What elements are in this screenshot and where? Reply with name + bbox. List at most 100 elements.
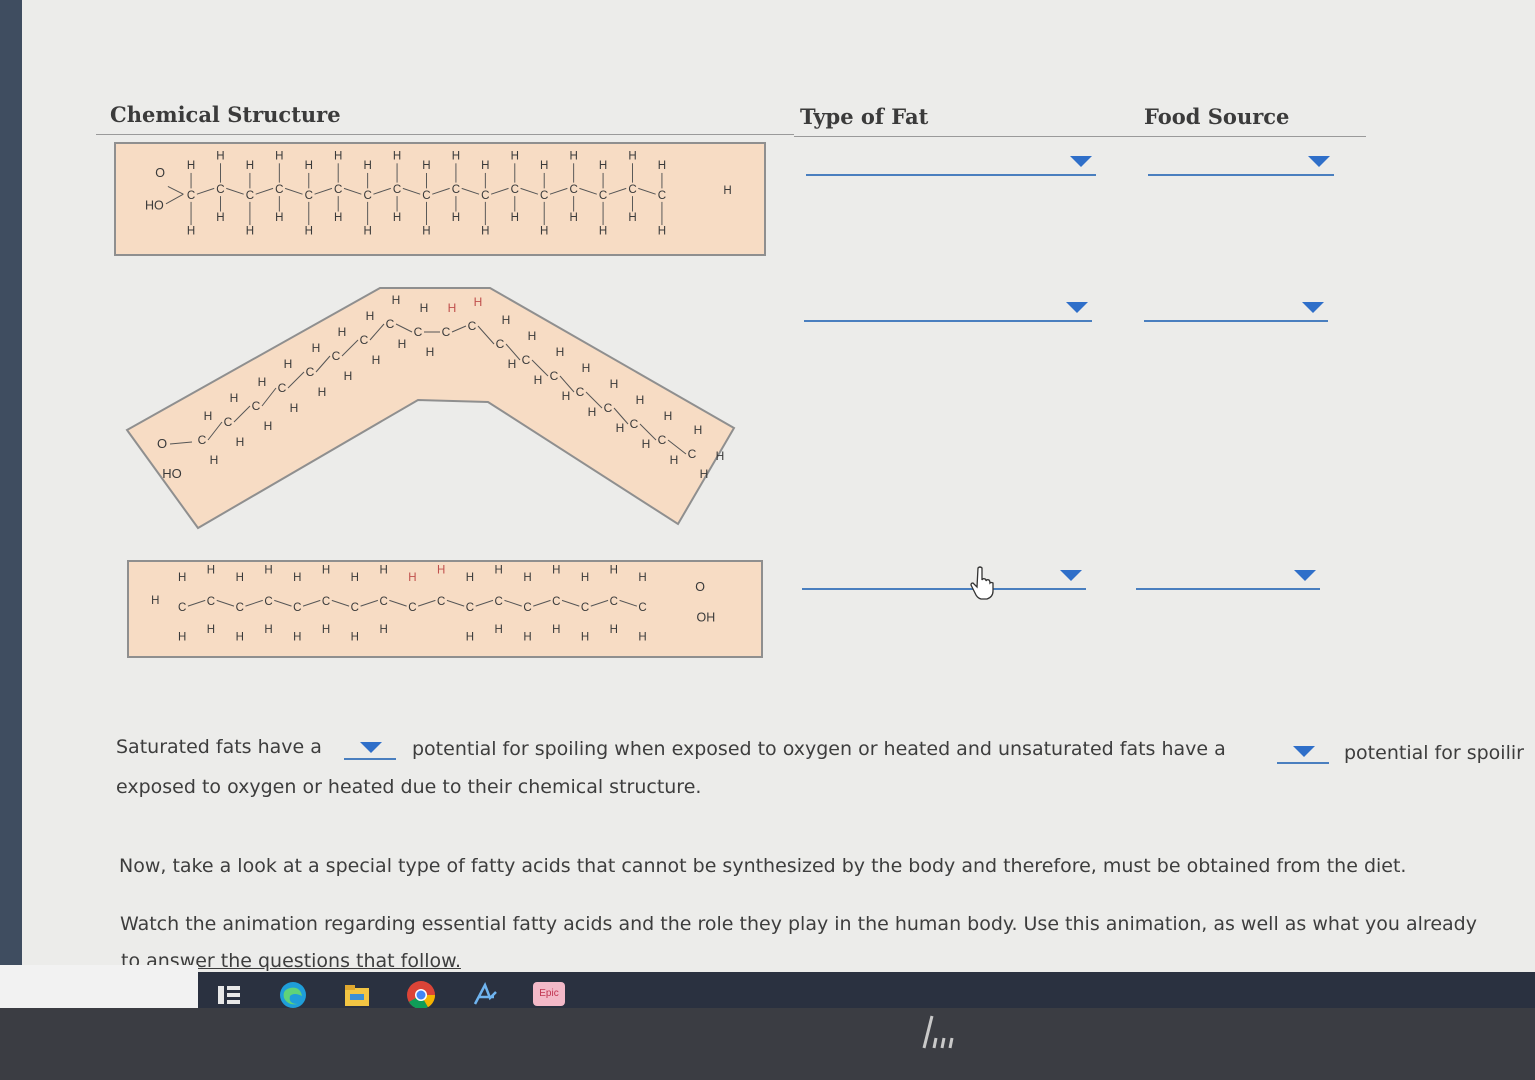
hydrogen-label: H: [610, 565, 618, 577]
hydroxyl-label: OH: [697, 610, 716, 624]
carbon-label: C: [293, 602, 301, 614]
hydrogen-label: H: [392, 293, 401, 307]
carbon-label: C: [334, 184, 342, 196]
hydrogen-label: H: [642, 437, 651, 451]
carbon-label: C: [246, 190, 254, 202]
bond-line: [619, 599, 637, 607]
carbon-label: C: [569, 184, 577, 196]
food-source-dropdown-3[interactable]: [1136, 564, 1320, 590]
monitor-bezel-bottom: [0, 1008, 1535, 1080]
carbon-label: C: [658, 190, 666, 202]
chevron-down-icon: [360, 742, 382, 753]
hydrogen-label: H: [204, 409, 213, 423]
carbon-label: C: [187, 190, 195, 202]
hydrogen-label: H: [236, 572, 244, 584]
sentence-part3: potential for spoilir: [1344, 742, 1524, 764]
carbon-label: C: [236, 602, 244, 614]
carbon-label: C: [414, 325, 423, 339]
bond-line: [520, 187, 539, 195]
hydrogen-label: H: [628, 212, 636, 224]
carbon-label: C: [386, 317, 395, 331]
hp-logo-icon: [922, 1015, 954, 1049]
carbon-label: C: [599, 190, 607, 202]
carbon-label: C: [264, 596, 272, 608]
edge-icon[interactable]: [278, 980, 308, 1010]
bond-line: [187, 599, 206, 607]
task-view-icon[interactable]: [214, 980, 244, 1010]
hydrogen-label: H: [616, 421, 625, 435]
hydrogen-label: H: [178, 632, 186, 644]
paragraph-animation-line1: Watch the animation regarding essential …: [120, 913, 1477, 935]
hydrogen-label: H: [422, 226, 430, 238]
hydrogen-label: H: [452, 150, 460, 162]
type-of-fat-dropdown-3[interactable]: [802, 564, 1086, 590]
bond-line: [167, 186, 184, 195]
hydrogen-label: H: [305, 160, 313, 172]
hydrogen-label: H: [408, 572, 416, 584]
bond-line: [343, 187, 362, 195]
hydrogen-label: H: [466, 632, 474, 644]
hydrogen-label: H: [293, 632, 301, 644]
molecule-trans-unsaturated-drawing: H C H H C H H C H H C H H C H H C H H C H H C H H C H C H C H H C H H C H H C H…: [151, 565, 716, 644]
hydrogen-label: H: [636, 393, 645, 407]
bond-line: [608, 187, 627, 195]
hydrogen-label: H: [363, 160, 371, 172]
sentence-part2: potential for spoiling when exposed to o…: [412, 738, 1226, 760]
hydrogen-label: H: [187, 226, 195, 238]
carbon-label: C: [523, 602, 531, 614]
hydrogen-label: H: [334, 150, 342, 162]
hydrogen-label: H: [481, 160, 489, 172]
hydrogen-label: H: [351, 572, 359, 584]
bond-line: [360, 599, 379, 607]
header-rule-left: [96, 134, 794, 135]
carbon-label: C: [306, 365, 315, 379]
unsaturated-spoil-dropdown[interactable]: [1277, 742, 1329, 764]
hydrogen-label: H: [178, 572, 186, 584]
carbon-label: C: [408, 602, 416, 614]
hydrogen-label: H: [379, 565, 387, 577]
saturated-spoil-dropdown[interactable]: [344, 738, 396, 760]
hydrogen-label: H: [628, 150, 636, 162]
carbon-label: C: [178, 602, 186, 614]
hydrogen-label: H: [502, 313, 511, 327]
hydrogen-label: H: [694, 423, 703, 437]
hydrogen-label: H: [588, 405, 597, 419]
hydrogen-label: H: [610, 377, 619, 391]
carbon-label: C: [658, 433, 667, 447]
food-source-dropdown-1[interactable]: [1148, 150, 1334, 176]
hydrogen-label: H: [481, 226, 489, 238]
epic-icon[interactable]: Epic: [533, 982, 565, 1006]
file-explorer-icon[interactable]: [342, 980, 372, 1010]
type-of-fat-dropdown-2[interactable]: [804, 296, 1092, 322]
hydrogen-label: H: [344, 369, 353, 383]
bond-line: [432, 187, 450, 195]
chevron-down-icon: [1066, 302, 1088, 313]
carbon-label: C: [442, 325, 451, 339]
hydrogen-label: H: [581, 572, 589, 584]
carbon-label: C: [550, 369, 559, 383]
bond-line: [331, 599, 350, 607]
bond-line: [402, 187, 421, 195]
carbon-label: C: [305, 190, 313, 202]
hydrogen-label: H: [534, 373, 543, 387]
bond-line: [549, 187, 568, 195]
hydrogen-label: H: [495, 624, 503, 636]
hydrogen-label: H: [495, 565, 503, 577]
type-of-fat-dropdown-1[interactable]: [806, 150, 1096, 176]
carbon-label: C: [452, 184, 460, 196]
molecule-saturated-drawing: O HO C H H C H H C H H C H H C H H C H H C H H C H H C H H C H H C H H C H H C…: [145, 150, 732, 238]
bond-line: [638, 187, 656, 195]
app-icon[interactable]: [470, 980, 500, 1010]
hydrogen-label: H: [466, 572, 474, 584]
bond-line: [302, 599, 321, 607]
carbon-label: C: [322, 596, 330, 608]
food-source-dropdown-2[interactable]: [1144, 296, 1328, 322]
hydrogen-label: H: [664, 409, 673, 423]
hydrogen-label: H: [398, 337, 407, 351]
hydrogen-label: H: [207, 565, 215, 577]
chrome-icon[interactable]: [406, 980, 436, 1010]
hydrogen-label: H: [334, 212, 342, 224]
oxygen-label: O: [157, 436, 167, 451]
hydrogen-label: H: [275, 212, 283, 224]
hydrogen-label: H: [552, 624, 560, 636]
